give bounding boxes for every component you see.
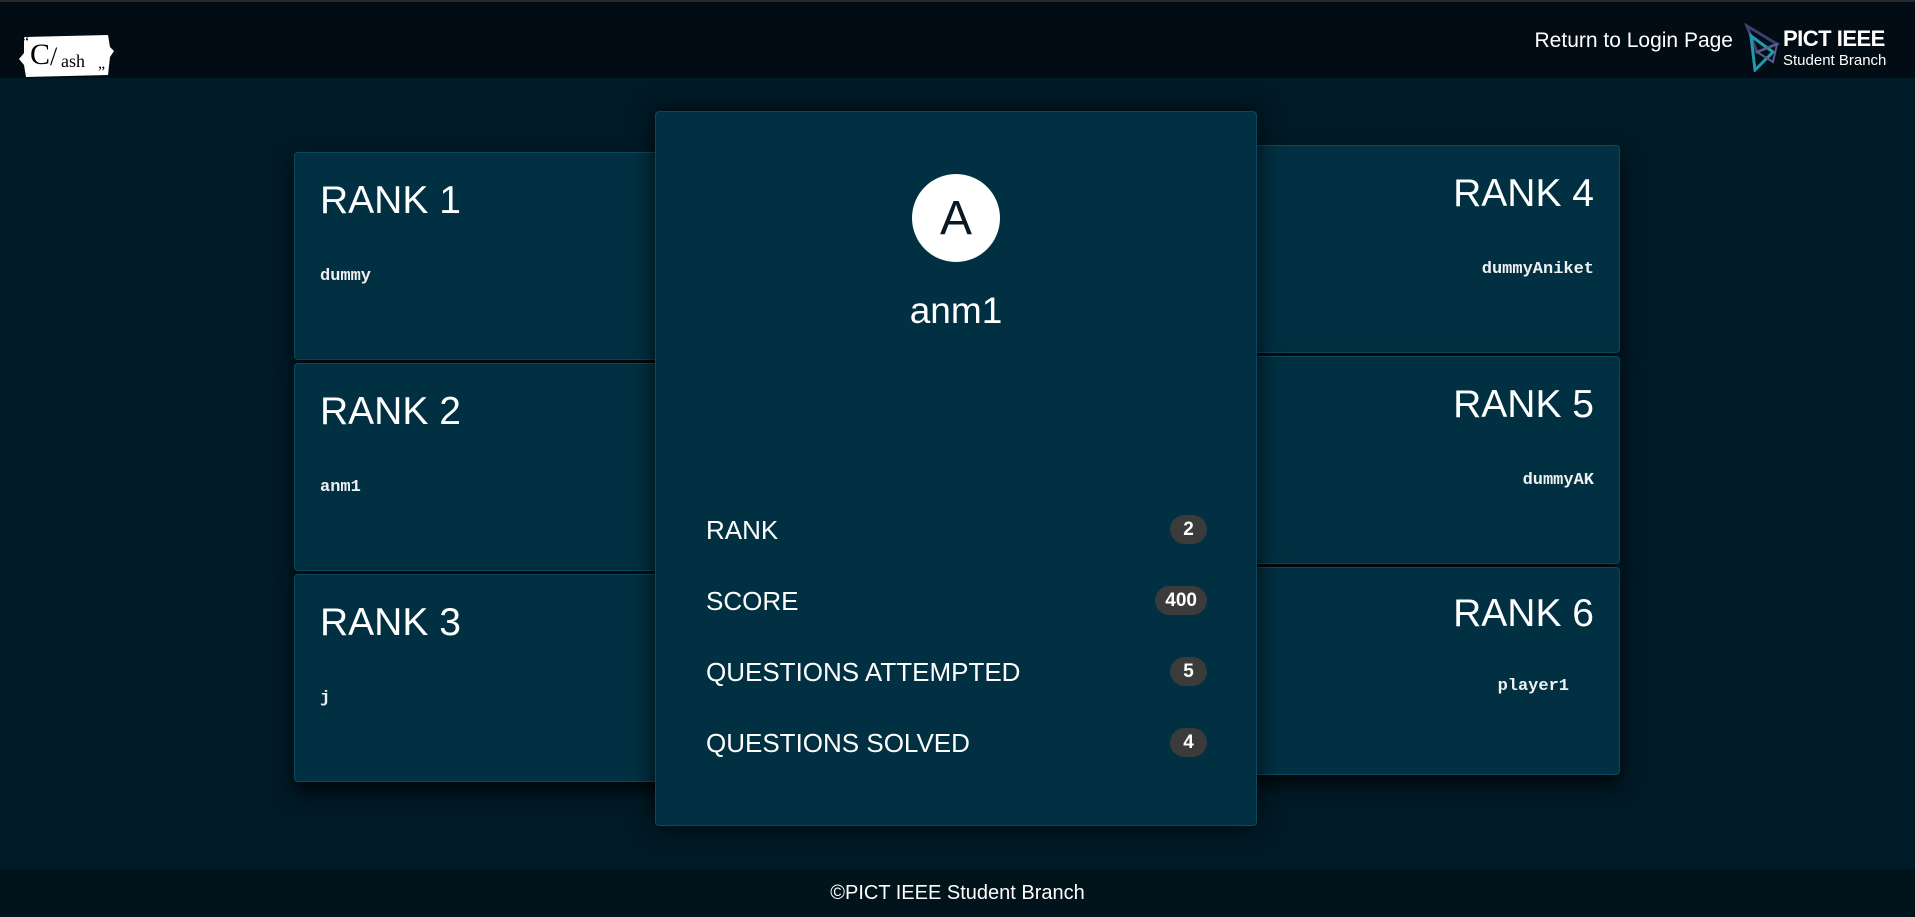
stat-badge: 2: [1170, 515, 1207, 544]
rank-player-name: dummyAK: [1522, 471, 1594, 490]
svg-text:C: C: [30, 38, 50, 71]
rank-title: RANK 3: [320, 601, 461, 644]
stat-row-questions-attempted: QUESTIONS ATTEMPTED 5: [706, 654, 1207, 688]
clash-logo[interactable]: “ C / ash ”: [18, 31, 114, 81]
rank-card-3: RANK 3 j: [294, 574, 694, 782]
ieee-triangle-icon: [1744, 22, 1781, 72]
stat-row-rank: RANK 2: [706, 512, 1207, 546]
stat-badge: 400: [1155, 586, 1207, 615]
ieee-logo-subtitle: Student Branch: [1783, 52, 1887, 69]
stat-label: QUESTIONS SOLVED: [706, 728, 970, 758]
rank-title: RANK 6: [1453, 592, 1594, 635]
user-profile-card: A anm1 RANK 2 SCORE 400 QUESTIONS ATTEMP…: [655, 111, 1257, 826]
rank-card-1: RANK 1 dummy: [294, 152, 694, 360]
rank-player-name: j: [320, 689, 331, 708]
stat-label: RANK: [706, 515, 779, 545]
stat-label: QUESTIONS ATTEMPTED: [706, 657, 1021, 687]
footer-text: ©PICT IEEE Student Branch: [830, 882, 1085, 904]
rank-card-6: RANK 6 player1: [1220, 567, 1620, 775]
rank-title: RANK 4: [1453, 172, 1594, 215]
rank-title: RANK 5: [1453, 383, 1594, 426]
rank-card-2: RANK 2 anm1: [294, 363, 694, 571]
svg-text:”: ”: [98, 64, 105, 81]
stat-badge: 5: [1170, 657, 1207, 686]
stat-row-score: SCORE 400: [706, 583, 1207, 617]
rank-player-name: dummy: [320, 267, 372, 286]
svg-text:“: “: [22, 34, 29, 51]
rank-title: RANK 2: [320, 390, 461, 433]
avatar: A: [912, 174, 1000, 262]
profile-username: anm1: [909, 290, 1003, 331]
stat-label: SCORE: [706, 586, 799, 616]
ieee-logo-title: PICT IEEE: [1783, 26, 1885, 51]
svg-text:ash: ash: [61, 51, 85, 71]
stat-row-questions-solved: QUESTIONS SOLVED 4: [706, 725, 1207, 759]
rank-player-name: dummyAniket: [1481, 260, 1594, 279]
stat-badge: 4: [1170, 728, 1207, 757]
rank-player-name: anm1: [320, 478, 361, 497]
return-to-login-link[interactable]: Return to Login Page: [1535, 29, 1733, 53]
rank-card-5: RANK 5 dummyAK: [1220, 356, 1620, 564]
rank-card-4: RANK 4 dummyAniket: [1220, 145, 1620, 353]
footer: ©PICT IEEE Student Branch: [0, 869, 1915, 917]
rank-player-name: player1: [1497, 677, 1569, 696]
rank-title: RANK 1: [320, 179, 461, 222]
top-navbar: “ C / ash ” Return to Login Page PICT IE…: [0, 0, 1915, 81]
pict-ieee-logo: PICT IEEE Student Branch: [1743, 22, 1897, 74]
svg-text:/: /: [50, 42, 58, 71]
